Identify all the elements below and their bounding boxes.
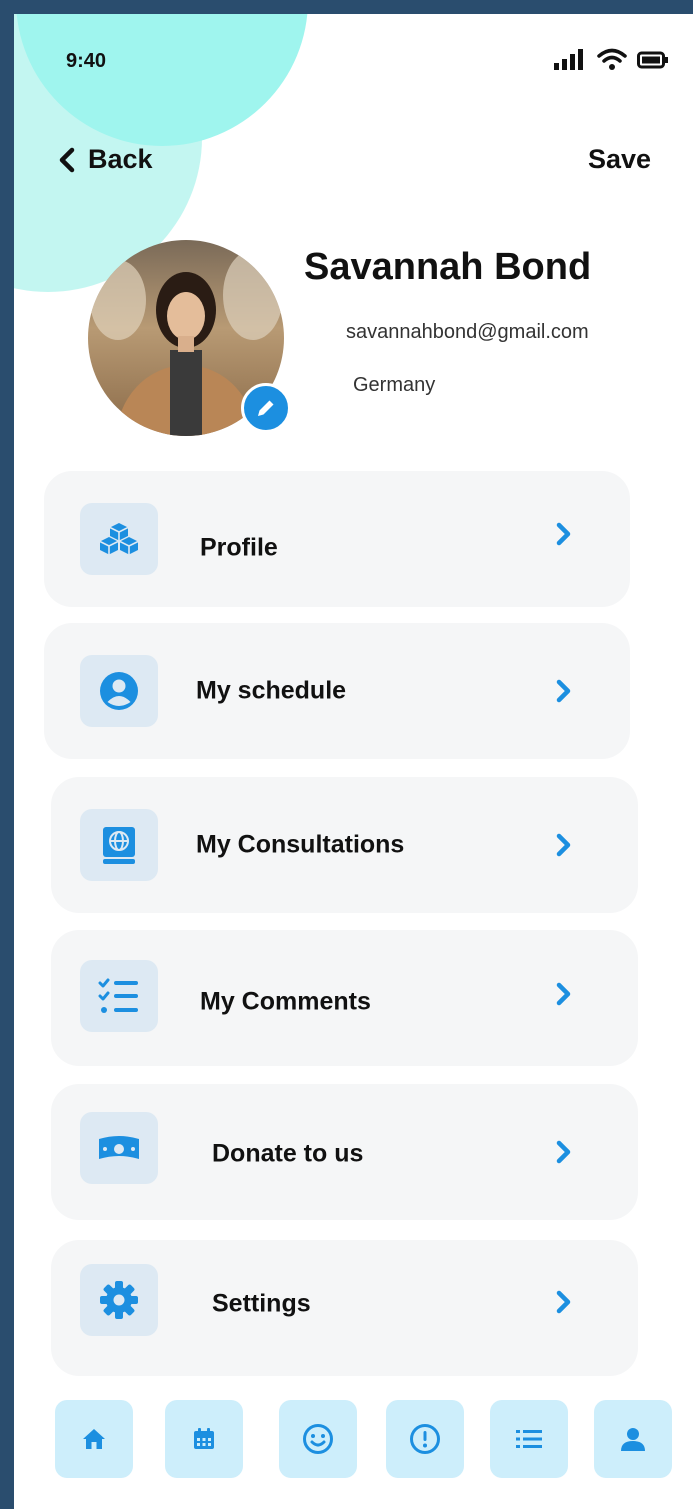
smile-icon — [303, 1424, 333, 1454]
signal-icon — [554, 49, 583, 70]
edit-avatar-button[interactable] — [241, 383, 291, 433]
chevron-left-icon — [59, 147, 75, 172]
pencil-icon — [258, 400, 274, 416]
profile-email: savannahbond@gmail.com — [346, 321, 589, 343]
back-label: Back — [88, 144, 153, 174]
save-button[interactable]: Save — [588, 144, 651, 175]
menu-label: My Comments — [200, 987, 371, 1016]
nav-mood[interactable] — [279, 1400, 357, 1478]
chevron-right-icon — [556, 522, 571, 546]
menu-label: Profile — [200, 533, 278, 562]
menu-item-my-comments[interactable]: My Comments — [51, 930, 638, 1066]
checklist-icon — [80, 960, 158, 1032]
chevron-right-icon — [556, 1290, 571, 1314]
menu-item-settings[interactable]: Settings — [51, 1240, 638, 1376]
chevron-right-icon — [556, 833, 571, 857]
status-icons — [553, 48, 669, 72]
user-icon — [621, 1428, 645, 1451]
profile-country: Germany — [353, 374, 436, 396]
profile-name: Savannah Bond — [304, 246, 592, 288]
chevron-right-icon — [556, 982, 571, 1006]
money-icon — [80, 1112, 158, 1184]
menu-label: Donate to us — [212, 1139, 364, 1168]
menu-item-donate-to-us[interactable]: Donate to us — [51, 1084, 638, 1220]
wifi-icon — [597, 48, 627, 70]
nav-home[interactable] — [55, 1400, 133, 1478]
chevron-right-icon — [556, 1140, 571, 1164]
home-icon — [83, 1429, 105, 1449]
nav-profile[interactable] — [594, 1400, 672, 1478]
menu-label: Settings — [212, 1289, 311, 1318]
list-icon — [516, 1430, 542, 1448]
gear-icon — [80, 1264, 158, 1336]
menu-item-my-schedule[interactable]: My schedule — [44, 623, 630, 759]
app-screen: 9:40 Back Save Savannah Bond savannahbon… — [14, 14, 693, 1509]
user-circle-icon — [80, 655, 158, 727]
menu-item-profile[interactable]: Profile — [44, 471, 630, 607]
cubes-icon — [80, 503, 158, 575]
nav-alerts[interactable] — [386, 1400, 464, 1478]
menu-label: My Consultations — [196, 830, 405, 859]
globe-book-icon — [80, 809, 158, 881]
menu-label: My schedule — [196, 676, 347, 705]
calendar-icon — [194, 1428, 214, 1449]
status-time: 9:40 — [66, 50, 107, 72]
back-button[interactable]: Back — [58, 144, 153, 175]
chevron-right-icon — [556, 679, 571, 703]
menu-item-my-consultations[interactable]: My Consultations — [51, 777, 638, 913]
nav-calendar[interactable] — [165, 1400, 243, 1478]
alert-icon — [410, 1424, 440, 1454]
nav-list[interactable] — [490, 1400, 568, 1478]
battery-icon — [637, 51, 668, 69]
